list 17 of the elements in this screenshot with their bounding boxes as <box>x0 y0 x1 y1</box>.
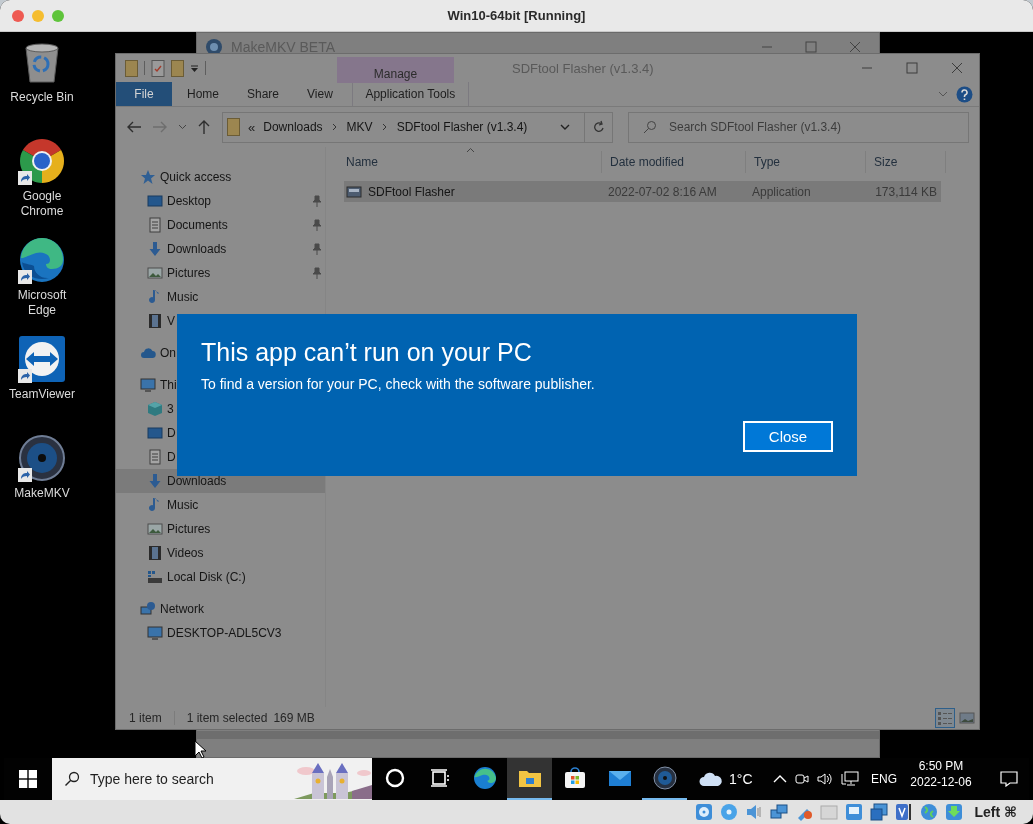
host-key-indicator: Left ⌘ <box>974 804 1017 820</box>
dialog-message: To find a version for your PC, check with the software publisher. <box>201 376 596 392</box>
window-title: Win10-64bit [Running] <box>447 8 586 23</box>
search-placeholder: Type here to search <box>90 771 214 787</box>
dialog-title: This app can’t run on your PC <box>201 337 533 368</box>
table-cell-text: 173,114 KB <box>874 184 938 199</box>
clock-date: 2022-12-06 <box>910 774 972 790</box>
status-text: 169 MB <box>272 711 315 725</box>
search-placeholder: Search SDFtool Flasher (v1.3.4) <box>669 120 842 134</box>
weather-temperature: 1°C <box>729 771 753 787</box>
context-tab-header: Manage <box>337 57 454 83</box>
table-cell-text: 2022-07-02 8:16 AM <box>607 184 718 199</box>
table-cell: SDFtool Flasher <box>344 183 602 200</box>
status-text: 1 item <box>129 711 175 725</box>
table-cell-text: Application <box>751 184 812 199</box>
clock-time: 6:50 PM <box>918 758 964 774</box>
status-text: 1 item selected <box>185 711 268 725</box>
